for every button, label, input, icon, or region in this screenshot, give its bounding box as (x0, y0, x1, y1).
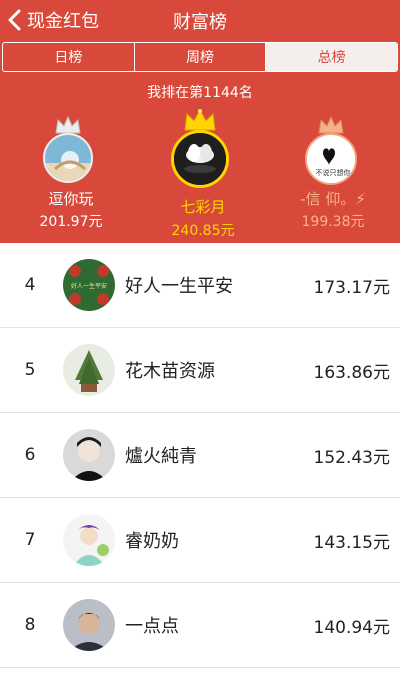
list-item[interactable]: 6 爐火純青 152.43元 (0, 413, 400, 498)
avatar (171, 130, 229, 188)
avatar-text: 不说只想你 (316, 168, 351, 177)
user-name: 好人一生平安 (125, 276, 233, 297)
amount: 163.86元 (313, 362, 390, 383)
tab-total[interactable]: 总榜 (266, 43, 397, 71)
user-name: 一点点 (125, 616, 179, 637)
nav-bar: 现金红包 财富榜 (0, 0, 400, 40)
bronze-crown-icon (318, 115, 344, 134)
ranking-tabs: 日榜 周榜 总榜 (2, 42, 398, 72)
podium-amount: 201.97元 (39, 214, 103, 230)
podium-name: 七彩月 (180, 198, 226, 216)
user-name: 睿奶奶 (125, 531, 179, 552)
rank-number: 4 (24, 275, 36, 295)
page-title: 财富榜 (173, 12, 227, 33)
podium-amount: 199.38元 (301, 214, 365, 230)
avatar-image (63, 429, 115, 481)
avatar: 好人一生平安 (63, 259, 115, 311)
avatar (63, 514, 115, 566)
avatar-image: 不说只想你 (307, 135, 355, 183)
rank-number: 5 (24, 360, 36, 380)
gold-crown-icon (184, 108, 216, 131)
tab-weekly[interactable]: 周榜 (135, 43, 267, 71)
my-rank-text: 我排在第1144名 (147, 85, 253, 101)
rank-number: 8 (24, 615, 36, 635)
avatar-image: 好人一生平安 (63, 259, 115, 311)
list-item[interactable]: 5 花木苗资源 163.86元 (0, 328, 400, 413)
avatar-image (45, 135, 91, 181)
avatar-text: 好人一生平安 (71, 282, 107, 290)
user-name: 花木苗资源 (125, 361, 215, 382)
podium-amount: 240.85元 (171, 223, 235, 239)
rank-number: 7 (24, 530, 36, 550)
avatar (43, 133, 93, 183)
amount: 143.15元 (313, 532, 390, 553)
ranking-list: 4 好人一生平安 好人一生平安 173.17元 5 花木苗资源 163.86元 … (0, 243, 400, 668)
avatar-image (63, 514, 115, 566)
podium-name: 逗你玩 (48, 190, 94, 208)
amount: 173.17元 (313, 277, 390, 298)
rank-number: 6 (24, 445, 36, 465)
list-item[interactable]: 4 好人一生平安 好人一生平安 173.17元 (0, 243, 400, 328)
avatar (63, 429, 115, 481)
avatar (63, 599, 115, 651)
list-item[interactable]: 8 一点点 140.94元 (0, 583, 400, 668)
avatar-image (63, 599, 115, 651)
amount: 140.94元 (313, 617, 390, 638)
avatar (63, 344, 115, 396)
amount: 152.43元 (313, 447, 390, 468)
silver-crown-icon (55, 115, 81, 134)
tab-daily[interactable]: 日榜 (3, 43, 135, 71)
avatar: 不说只想你 (305, 133, 357, 185)
user-name: 爐火純青 (125, 446, 197, 467)
podium-name: -信 仰。⚡ (300, 190, 366, 208)
header: 现金红包 财富榜 日榜 周榜 总榜 我排在第1144名 逗你玩 201.97元 (0, 0, 400, 243)
avatar-image (174, 133, 226, 185)
list-item[interactable]: 7 睿奶奶 143.15元 (0, 498, 400, 583)
avatar-image (63, 344, 115, 396)
